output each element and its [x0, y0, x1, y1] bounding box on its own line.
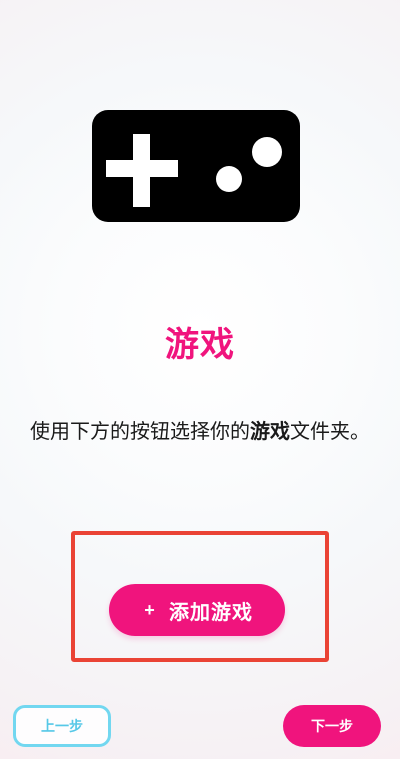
previous-button[interactable]: 上一步 — [13, 705, 111, 747]
next-button-label: 下一步 — [311, 719, 353, 735]
game-controller-graphic — [92, 110, 300, 222]
instruction-text-part-1: 使用下方的按钮选择你的 — [30, 419, 250, 443]
previous-button-label: 上一步 — [41, 719, 83, 735]
next-button[interactable]: 下一步 — [283, 705, 381, 747]
plus-icon: + — [144, 600, 156, 620]
instruction-text: 使用下方的按钮选择你的游戏文件夹。 — [24, 412, 376, 450]
game-controller-icon — [92, 110, 300, 222]
instruction-text-highlight: 游戏 — [250, 419, 290, 443]
page-title: 游戏 — [165, 325, 235, 365]
instruction-text-part-2: 文件夹。 — [290, 419, 370, 443]
add-games-button[interactable]: + 添加游戏 — [109, 584, 285, 636]
add-games-label: 添加游戏 — [169, 601, 253, 624]
